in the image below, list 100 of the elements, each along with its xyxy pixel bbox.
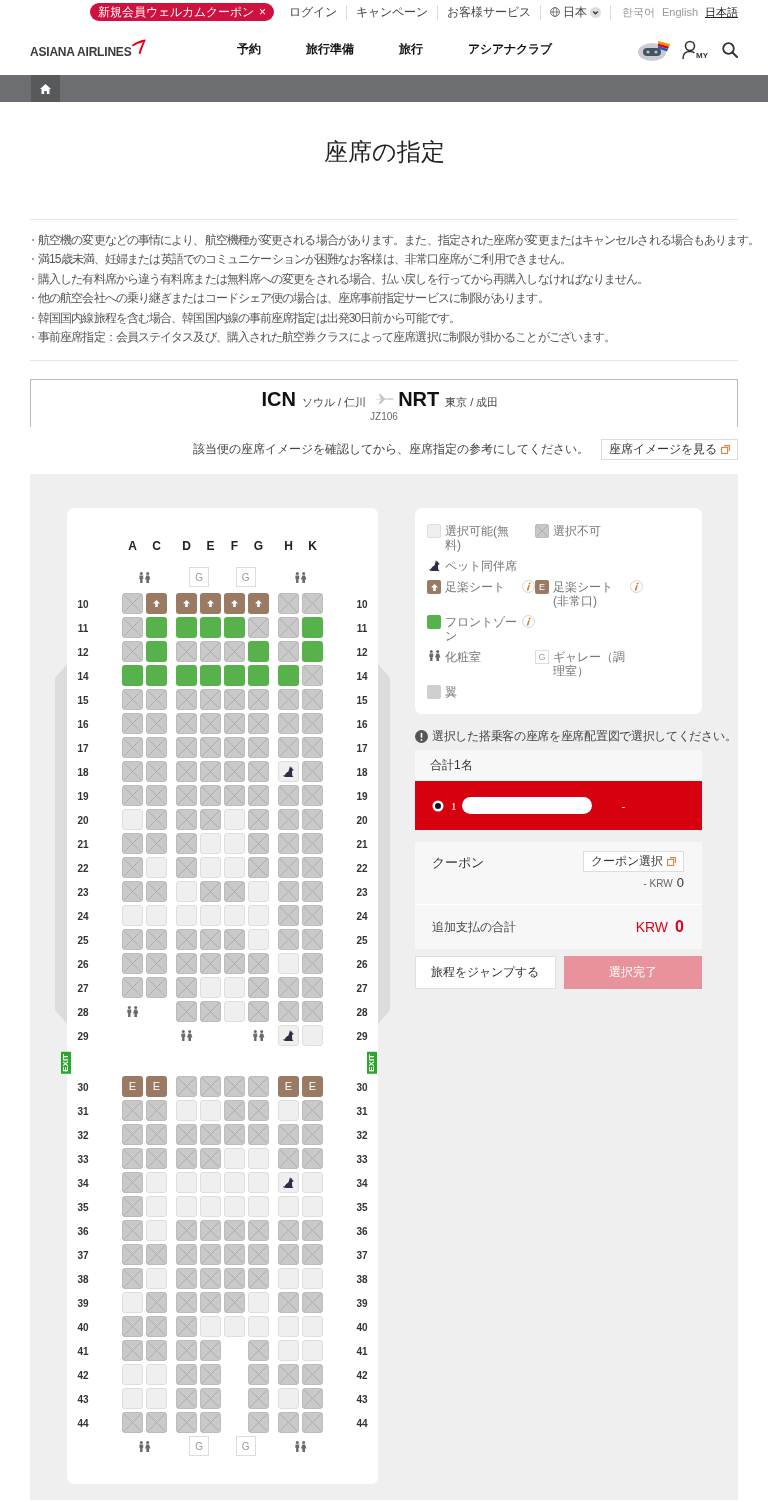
available-seat[interactable] bbox=[224, 1001, 245, 1022]
promo-link[interactable]: 新規会員ウェルカムクーポン bbox=[97, 4, 254, 20]
front-zone-seat[interactable] bbox=[248, 641, 269, 662]
available-seat[interactable] bbox=[224, 1172, 245, 1193]
exit-row-seat[interactable]: E bbox=[302, 1076, 323, 1097]
nav-menu-item[interactable]: 旅行 bbox=[399, 41, 423, 58]
front-zone-seat[interactable] bbox=[278, 665, 299, 686]
available-seat[interactable] bbox=[302, 1268, 323, 1289]
region-selector[interactable]: 日本 bbox=[539, 4, 610, 20]
pet-seat[interactable] bbox=[278, 1172, 299, 1193]
available-seat[interactable] bbox=[278, 953, 299, 974]
available-seat[interactable] bbox=[176, 881, 197, 902]
available-seat[interactable] bbox=[146, 1268, 167, 1289]
passenger-row[interactable]: 1 - bbox=[415, 781, 702, 830]
available-seat[interactable] bbox=[200, 1100, 221, 1121]
available-seat[interactable] bbox=[146, 1172, 167, 1193]
available-seat[interactable] bbox=[146, 1196, 167, 1217]
exit-row-seat[interactable]: E bbox=[122, 1076, 143, 1097]
exit-row-seat[interactable]: E bbox=[278, 1076, 299, 1097]
available-seat[interactable] bbox=[122, 1388, 143, 1409]
available-seat[interactable] bbox=[302, 1316, 323, 1337]
front-zone-seat[interactable] bbox=[224, 665, 245, 686]
front-zone-seat[interactable] bbox=[200, 617, 221, 638]
front-zone-seat[interactable] bbox=[146, 617, 167, 638]
available-seat[interactable] bbox=[200, 857, 221, 878]
nav-menu-item[interactable]: 予約 bbox=[237, 41, 261, 58]
search-icon[interactable] bbox=[722, 41, 738, 58]
legroom-seat[interactable] bbox=[176, 593, 197, 614]
available-seat[interactable] bbox=[224, 1196, 245, 1217]
available-seat[interactable] bbox=[146, 1364, 167, 1385]
available-seat[interactable] bbox=[278, 1100, 299, 1121]
front-zone-seat[interactable] bbox=[224, 617, 245, 638]
available-seat[interactable] bbox=[146, 1388, 167, 1409]
legroom-seat[interactable] bbox=[248, 593, 269, 614]
front-zone-seat[interactable] bbox=[146, 665, 167, 686]
available-seat[interactable] bbox=[278, 1268, 299, 1289]
front-zone-seat[interactable] bbox=[200, 665, 221, 686]
front-zone-seat[interactable] bbox=[176, 665, 197, 686]
utility-link[interactable]: ログイン bbox=[279, 4, 346, 20]
available-seat[interactable] bbox=[200, 1316, 221, 1337]
available-seat[interactable] bbox=[302, 1340, 323, 1361]
available-seat[interactable] bbox=[248, 1292, 269, 1313]
skip-button[interactable]: 旅程をジャンプする bbox=[415, 956, 556, 989]
nav-menu-item[interactable]: アシアナクラブ bbox=[468, 41, 552, 58]
front-zone-seat[interactable] bbox=[122, 665, 143, 686]
available-seat[interactable] bbox=[224, 905, 245, 926]
home-button[interactable] bbox=[31, 75, 60, 102]
available-seat[interactable] bbox=[224, 857, 245, 878]
utility-link[interactable]: キャンペーン bbox=[345, 4, 437, 20]
available-seat[interactable] bbox=[200, 1172, 221, 1193]
available-seat[interactable] bbox=[248, 905, 269, 926]
available-seat[interactable] bbox=[224, 809, 245, 830]
available-seat[interactable] bbox=[122, 809, 143, 830]
available-seat[interactable] bbox=[200, 833, 221, 854]
available-seat[interactable] bbox=[176, 1172, 197, 1193]
info-icon[interactable] bbox=[522, 615, 535, 628]
available-seat[interactable] bbox=[176, 1100, 197, 1121]
front-zone-seat[interactable] bbox=[176, 617, 197, 638]
available-seat[interactable] bbox=[248, 929, 269, 950]
seat-image-button[interactable]: 座席イメージを見る bbox=[601, 439, 738, 460]
pet-seat[interactable] bbox=[278, 1025, 299, 1046]
language-link[interactable]: 日本語 bbox=[705, 4, 738, 20]
legroom-seat[interactable] bbox=[146, 593, 167, 614]
available-seat[interactable] bbox=[146, 1220, 167, 1241]
available-seat[interactable] bbox=[248, 1316, 269, 1337]
available-seat[interactable] bbox=[176, 905, 197, 926]
available-seat[interactable] bbox=[278, 1340, 299, 1361]
available-seat[interactable] bbox=[248, 1148, 269, 1169]
available-seat[interactable] bbox=[200, 905, 221, 926]
available-seat[interactable] bbox=[248, 1196, 269, 1217]
available-seat[interactable] bbox=[176, 1196, 197, 1217]
available-seat[interactable] bbox=[200, 1196, 221, 1217]
available-seat[interactable] bbox=[224, 1316, 245, 1337]
pet-seat[interactable] bbox=[278, 761, 299, 782]
info-icon[interactable] bbox=[630, 580, 643, 593]
available-seat[interactable] bbox=[278, 1316, 299, 1337]
logo-link[interactable]: ASIANA AIRLINES bbox=[30, 39, 147, 59]
front-zone-seat[interactable] bbox=[302, 617, 323, 638]
available-seat[interactable] bbox=[224, 1148, 245, 1169]
exit-row-seat[interactable]: E bbox=[146, 1076, 167, 1097]
available-seat[interactable] bbox=[224, 833, 245, 854]
utility-link[interactable]: お客様サービス bbox=[436, 4, 540, 20]
available-seat[interactable] bbox=[278, 1388, 299, 1409]
legroom-seat[interactable] bbox=[200, 593, 221, 614]
legroom-seat[interactable] bbox=[224, 593, 245, 614]
close-button[interactable]: × bbox=[258, 6, 266, 18]
available-seat[interactable] bbox=[200, 977, 221, 998]
my-page-button[interactable]: MY bbox=[682, 39, 708, 60]
available-seat[interactable] bbox=[224, 977, 245, 998]
front-zone-seat[interactable] bbox=[302, 641, 323, 662]
info-icon[interactable] bbox=[522, 580, 535, 593]
available-seat[interactable] bbox=[122, 1364, 143, 1385]
available-seat[interactable] bbox=[122, 905, 143, 926]
front-zone-seat[interactable] bbox=[248, 665, 269, 686]
nav-menu-item[interactable]: 旅行準備 bbox=[306, 41, 354, 58]
coupon-select-button[interactable]: クーポン選択 bbox=[583, 851, 684, 872]
front-zone-seat[interactable] bbox=[146, 641, 167, 662]
available-seat[interactable] bbox=[146, 857, 167, 878]
radio-button[interactable] bbox=[432, 799, 444, 812]
available-seat[interactable] bbox=[248, 881, 269, 902]
